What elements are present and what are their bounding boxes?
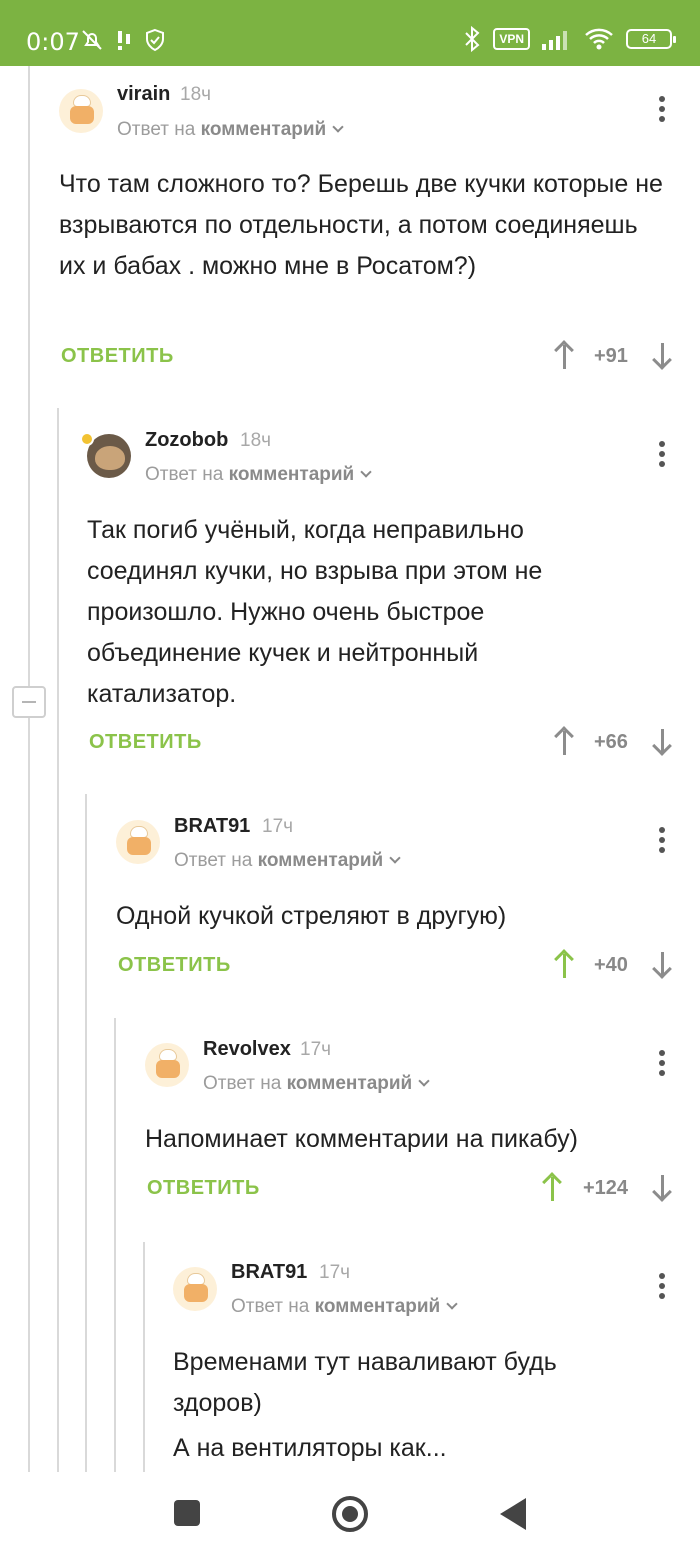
downvote-icon[interactable] <box>650 727 674 757</box>
more-options-icon[interactable] <box>658 1050 666 1080</box>
comment-time: 18ч <box>240 430 272 451</box>
reply-to-target: комментарий <box>228 464 355 485</box>
bluetooth-icon <box>465 26 480 52</box>
comment-author[interactable]: Zozobob <box>145 429 228 452</box>
wifi-icon <box>585 28 613 50</box>
reply-to-prefix: Ответ на <box>117 119 196 140</box>
thread-line <box>57 408 59 1472</box>
chevron-down-icon <box>332 121 344 133</box>
reply-button[interactable]: ОТВЕТИТЬ <box>89 731 202 754</box>
thread-line <box>85 794 87 1472</box>
upvote-icon[interactable] <box>552 340 576 371</box>
avatar[interactable] <box>145 1043 189 1087</box>
comment-text: Что там сложного то? Берешь две кучки ко… <box>59 170 663 280</box>
reply-to-link[interactable]: Ответ на комментарий <box>117 119 344 141</box>
back-button[interactable] <box>500 1498 526 1530</box>
downvote-icon[interactable] <box>650 1173 674 1203</box>
more-options-icon[interactable] <box>658 96 666 126</box>
comments-thread: virain 18ч Ответ на комментарий Что там … <box>0 66 700 1472</box>
comment-author[interactable]: BRAT91 <box>231 1261 307 1284</box>
more-options-icon[interactable] <box>658 827 666 857</box>
comment-text-continued: А на вентиляторы как... <box>173 1434 447 1462</box>
reply-to-prefix: Ответ на <box>145 464 224 485</box>
thread-line <box>143 1242 145 1472</box>
mute-bell-icon <box>82 30 102 50</box>
downvote-icon[interactable] <box>650 341 674 371</box>
collapse-thread-button[interactable] <box>12 686 46 718</box>
more-options-icon[interactable] <box>658 1273 666 1303</box>
thread-line <box>114 1018 116 1472</box>
reply-to-target: комментарий <box>257 850 384 871</box>
comment-rating: +91 <box>594 345 628 367</box>
comment-time: 17ч <box>319 1262 351 1283</box>
reply-to-link[interactable]: Ответ на комментарий <box>231 1296 458 1318</box>
status-bar: 0:07 VPN 64 <box>0 0 700 66</box>
reply-to-target: комментарий <box>200 119 327 140</box>
reply-to-target: комментарий <box>314 1296 441 1317</box>
reply-button[interactable]: ОТВЕТИТЬ <box>61 345 174 368</box>
reply-to-prefix: Ответ на <box>231 1296 310 1317</box>
upvote-icon[interactable] <box>540 1172 564 1203</box>
comment-time: 17ч <box>300 1039 332 1060</box>
reply-to-link[interactable]: Ответ на комментарий <box>203 1073 430 1095</box>
thread-line <box>28 66 30 1472</box>
status-time: 0:07 <box>26 28 80 56</box>
chevron-down-icon <box>360 466 372 478</box>
chevron-down-icon <box>418 1075 430 1087</box>
comment-text: Одной кучкой стреляют в другую) <box>116 902 507 930</box>
chevron-down-icon <box>446 1298 458 1310</box>
shield-icon <box>146 28 164 52</box>
comment-text: Напоминает комментарии на пикабу) <box>145 1125 578 1153</box>
comment-author[interactable]: Revolvex <box>203 1038 291 1061</box>
downvote-icon[interactable] <box>650 950 674 980</box>
comment-rating: +40 <box>594 954 628 976</box>
avatar[interactable] <box>173 1267 217 1311</box>
upvote-icon[interactable] <box>552 726 576 757</box>
comment-text: Временами тут наваливают будь здоров) <box>173 1348 557 1417</box>
reply-to-link[interactable]: Ответ на комментарий <box>174 850 401 872</box>
comment-time: 18ч <box>180 84 212 105</box>
reply-to-prefix: Ответ на <box>203 1073 282 1094</box>
upvote-icon[interactable] <box>552 949 576 980</box>
comment-author[interactable]: virain <box>117 83 170 106</box>
alert-icon <box>118 31 130 50</box>
badge-icon <box>80 432 94 446</box>
comment-author[interactable]: BRAT91 <box>174 815 250 838</box>
comment-rating: +124 <box>583 1177 629 1199</box>
comment-text: Так погиб учёный, когда неправильно соед… <box>87 516 543 708</box>
reply-to-prefix: Ответ на <box>174 850 253 871</box>
reply-to-target: комментарий <box>286 1073 413 1094</box>
comment-time: 17ч <box>262 816 294 837</box>
comment-rating: +66 <box>594 731 628 753</box>
system-nav-bar <box>0 1472 700 1556</box>
more-options-icon[interactable] <box>658 441 666 471</box>
signal-icon <box>542 31 567 50</box>
reply-to-link[interactable]: Ответ на комментарий <box>145 464 372 486</box>
avatar[interactable] <box>116 820 160 864</box>
recents-button[interactable] <box>174 1500 200 1526</box>
vpn-indicator: VPN <box>493 28 530 50</box>
chevron-down-icon <box>389 852 401 864</box>
home-button[interactable] <box>332 1496 368 1532</box>
battery-indicator: 64 <box>626 29 676 49</box>
reply-button[interactable]: ОТВЕТИТЬ <box>118 954 231 977</box>
avatar[interactable] <box>59 89 103 133</box>
reply-button[interactable]: ОТВЕТИТЬ <box>147 1177 260 1200</box>
